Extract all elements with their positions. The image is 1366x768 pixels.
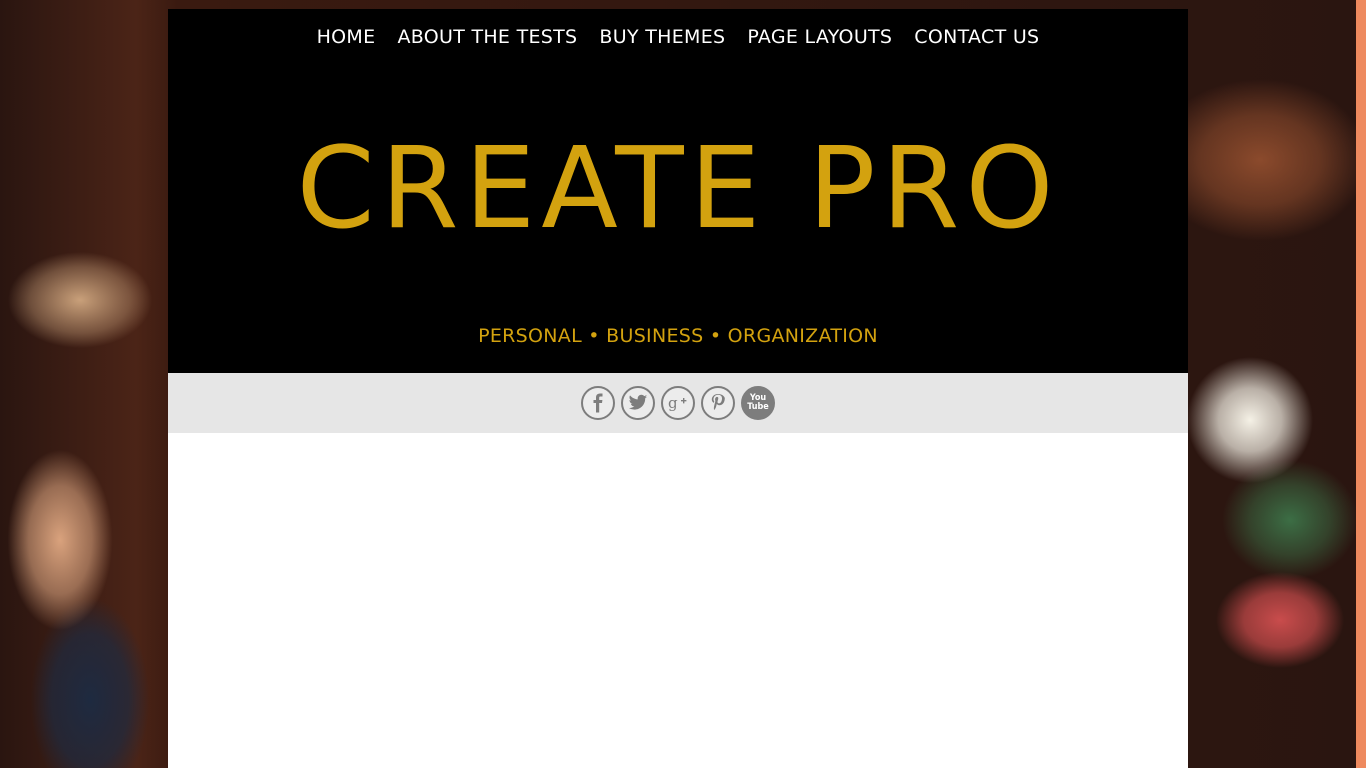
nav-item-contact-us: CONTACT US: [914, 26, 1039, 48]
nav-item-home: HOME: [317, 26, 376, 48]
nav-item-page-layouts: PAGE LAYOUTS: [747, 26, 892, 48]
nav-link-about-the-tests[interactable]: ABOUT THE TESTS: [397, 26, 577, 48]
nav-link-home[interactable]: HOME: [317, 26, 376, 48]
youtube-icon[interactable]: You Tube: [741, 386, 775, 420]
nav-item-buy-themes: BUY THEMES: [599, 26, 725, 48]
site-header: HOME ABOUT THE TESTS BUY THEMES PAGE LAY…: [168, 9, 1188, 373]
page-container: HOME ABOUT THE TESTS BUY THEMES PAGE LAY…: [168, 9, 1188, 768]
svg-text:g: g: [668, 394, 678, 412]
background-edge-strip: [1356, 0, 1366, 768]
youtube-icon-text: You Tube: [747, 394, 769, 412]
social-bar: g You Tube: [168, 373, 1188, 433]
youtube-text-bottom: Tube: [747, 402, 769, 412]
main-content: [168, 433, 1188, 768]
nav-item-about-the-tests: ABOUT THE TESTS: [397, 26, 577, 48]
facebook-icon[interactable]: [581, 386, 615, 420]
nav-link-contact-us[interactable]: CONTACT US: [914, 26, 1039, 48]
google-plus-icon[interactable]: g: [661, 386, 695, 420]
nav-link-buy-themes[interactable]: BUY THEMES: [599, 26, 725, 48]
pinterest-icon[interactable]: [701, 386, 735, 420]
site-tagline: PERSONAL • BUSINESS • ORGANIZATION: [478, 325, 878, 347]
nav-link-page-layouts[interactable]: PAGE LAYOUTS: [747, 26, 892, 48]
main-nav: HOME ABOUT THE TESTS BUY THEMES PAGE LAY…: [168, 26, 1188, 48]
site-title[interactable]: CREATE PRO: [168, 119, 1188, 259]
twitter-icon[interactable]: [621, 386, 655, 420]
